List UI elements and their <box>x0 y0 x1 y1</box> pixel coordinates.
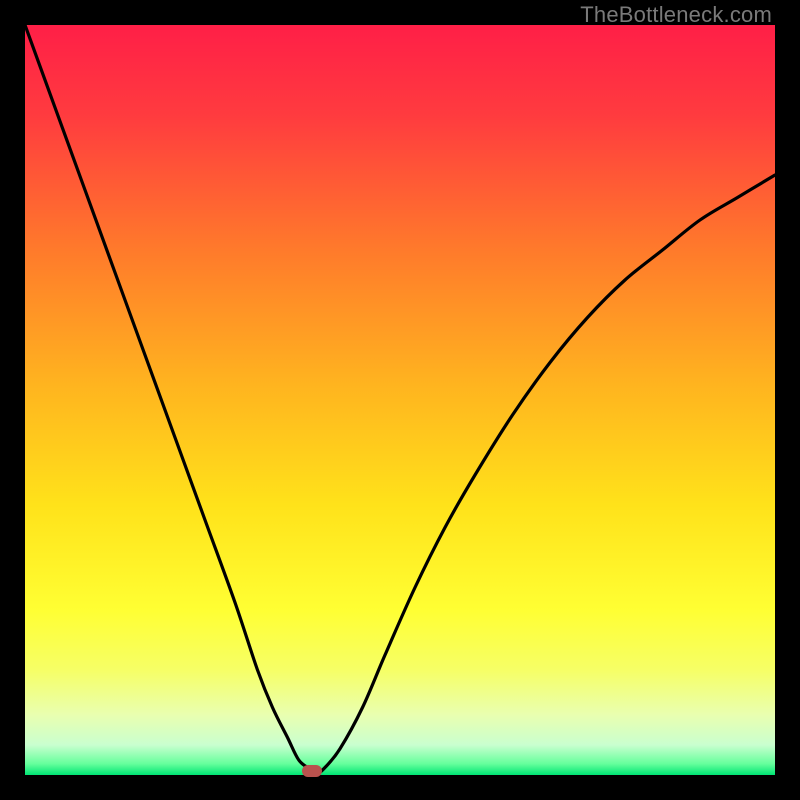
chart-frame <box>25 25 775 775</box>
chart-svg <box>25 25 775 775</box>
watermark-text: TheBottleneck.com <box>580 2 772 28</box>
gradient-background <box>25 25 775 775</box>
optimal-point-marker <box>302 765 322 777</box>
